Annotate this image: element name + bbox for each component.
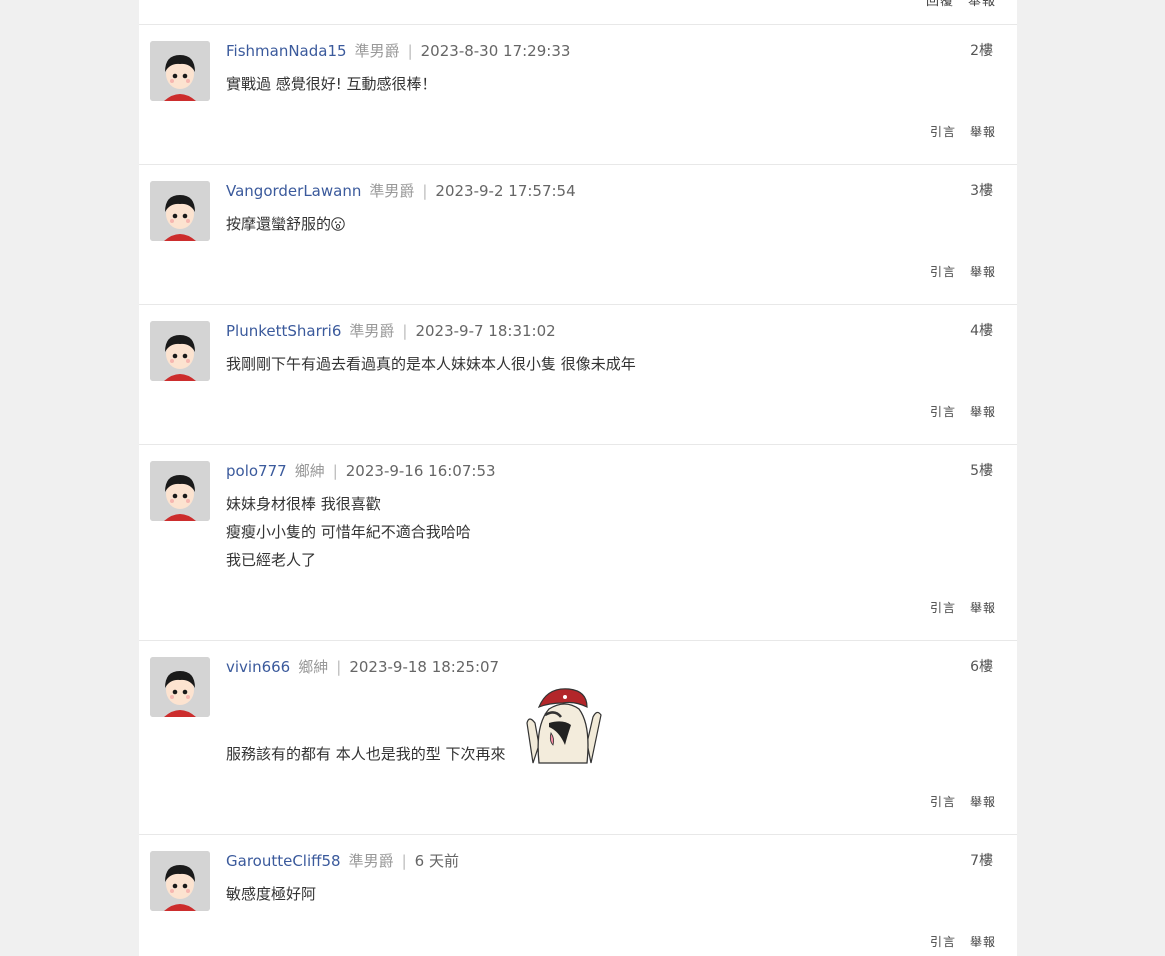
post-item: polo777 鄉紳 | 2023-9-16 16:07:53 5樓 妹妹身材很棒 我… xyxy=(139,444,1017,641)
author-name[interactable]: vivin666 xyxy=(226,658,290,676)
separator: | xyxy=(332,462,338,480)
quote-link[interactable]: 引言 xyxy=(930,795,956,809)
avatar[interactable] xyxy=(150,181,210,241)
content-line: 我剛剛下午有過去看過真的是本人妹妹本人很小隻 很像未成年 xyxy=(226,355,636,373)
floor-number[interactable]: 5樓 xyxy=(970,460,993,480)
pirate-rock-hands-sticker xyxy=(526,688,602,764)
content-line: 瘦瘦小小隻的 可惜年紀不適合我哈哈 xyxy=(226,523,471,541)
post-meta: FishmanNada15 準男爵 | 2023-8-30 17:29:33 xyxy=(226,41,570,61)
post-actions: 引言 舉報 xyxy=(916,403,996,420)
author-name[interactable]: GaroutteCliff58 xyxy=(226,852,341,870)
author-name[interactable]: VangorderLawann xyxy=(226,182,361,200)
separator: | xyxy=(402,322,408,340)
content-text: 按摩還蠻舒服的 xyxy=(226,215,332,233)
report-link[interactable]: 舉報 xyxy=(970,935,996,949)
user-rank: 準男爵 xyxy=(354,42,400,60)
report-link[interactable]: 舉報 xyxy=(970,125,996,139)
quote-link[interactable]: 引言 xyxy=(930,601,956,615)
separator: | xyxy=(407,42,413,60)
post-actions: 引言 舉報 xyxy=(916,599,996,616)
post-content: 實戰過 感覺很好! 互動感很棒！ xyxy=(226,70,437,98)
post-meta: polo777 鄉紳 | 2023-9-16 16:07:53 xyxy=(226,461,496,481)
avatar[interactable] xyxy=(150,657,210,717)
content-line: 按摩還蠻舒服的 xyxy=(226,210,345,238)
separator: | xyxy=(336,658,342,676)
content-line: 實戰過 感覺很好! 互動感很棒！ xyxy=(226,75,437,93)
content-line: 我已經老人了 xyxy=(226,551,317,569)
content-line: 敏感度極好阿 xyxy=(226,885,317,903)
user-rank: 鄉紳 xyxy=(294,462,325,480)
quote-link[interactable]: 引言 xyxy=(930,265,956,279)
avatar[interactable] xyxy=(150,851,210,911)
separator: | xyxy=(401,852,407,870)
post-item: VangorderLawann 準男爵 | 2023-9-2 17:57:54 3樓 … xyxy=(139,164,1017,305)
floor-number[interactable]: 3樓 xyxy=(970,180,993,200)
post-time: 2023-9-16 16:07:53 xyxy=(345,462,496,480)
post-actions: 引言 舉報 xyxy=(916,123,996,140)
post-item: GaroutteCliff58 準男爵 | 6 天前 7樓 敏感度極好阿 引言 舉報 xyxy=(139,834,1017,956)
prev-post-actions: 回覆 舉報 xyxy=(912,0,996,9)
post-meta: GaroutteCliff58 準男爵 | 6 天前 xyxy=(226,851,459,871)
post-time: 2023-9-18 18:25:07 xyxy=(349,658,500,676)
user-rank: 準男爵 xyxy=(369,182,415,200)
post-actions: 引言 舉報 xyxy=(916,263,996,280)
post-actions: 引言 舉報 xyxy=(916,933,996,950)
post-content: 妹妹身材很棒 我很喜歡 瘦瘦小小隻的 可惜年紀不適合我哈哈 我已經老人了 xyxy=(226,490,471,574)
avatar[interactable] xyxy=(150,321,210,381)
post-content: 我剛剛下午有過去看過真的是本人妹妹本人很小隻 很像未成年 xyxy=(226,350,636,378)
report-link[interactable]: 舉報 xyxy=(970,265,996,279)
avatar[interactable] xyxy=(150,41,210,101)
quote-link[interactable]: 引言 xyxy=(930,125,956,139)
surprised-face-emoji xyxy=(331,217,345,231)
quote-link[interactable]: 引言 xyxy=(930,405,956,419)
author-name[interactable]: FishmanNada15 xyxy=(226,42,347,60)
user-rank: 準男爵 xyxy=(349,322,395,340)
post-content: 敏感度極好阿 xyxy=(226,880,316,908)
floor-number[interactable]: 2樓 xyxy=(970,40,993,60)
report-link[interactable]: 舉報 xyxy=(968,0,996,9)
content-line: 服務該有的都有 本人也是我的型 下次再來 xyxy=(226,745,506,763)
post-time: 2023-9-2 17:57:54 xyxy=(435,182,576,200)
post-item: FishmanNada15 準男爵 | 2023-8-30 17:29:33 2樓 實… xyxy=(139,24,1017,165)
report-link[interactable]: 舉報 xyxy=(970,405,996,419)
post-time: 2023-9-7 18:31:02 xyxy=(415,322,556,340)
post-meta: VangorderLawann 準男爵 | 2023-9-2 17:57:54 xyxy=(226,181,576,201)
author-name[interactable]: PlunkettSharri6 xyxy=(226,322,341,340)
floor-number[interactable]: 4樓 xyxy=(970,320,993,340)
post-content: 服務該有的都有 本人也是我的型 下次再來 xyxy=(226,740,506,768)
post-item: vivin666 鄉紳 | 2023-9-18 18:25:07 6樓 服務該有的都有… xyxy=(139,640,1017,835)
floor-number[interactable]: 7樓 xyxy=(970,850,993,870)
user-rank: 準男爵 xyxy=(348,852,394,870)
user-rank: 鄉紳 xyxy=(298,658,329,676)
floor-number[interactable]: 6樓 xyxy=(970,656,993,676)
post-actions: 引言 舉報 xyxy=(916,793,996,810)
report-link[interactable]: 舉報 xyxy=(970,601,996,615)
post-content: 按摩還蠻舒服的 xyxy=(226,210,345,238)
reply-link[interactable]: 回覆 xyxy=(926,0,954,9)
separator: | xyxy=(422,182,428,200)
post-meta: vivin666 鄉紳 | 2023-9-18 18:25:07 xyxy=(226,657,499,677)
post-item: PlunkettSharri6 準男爵 | 2023-9-7 18:31:02 4樓 … xyxy=(139,304,1017,445)
avatar[interactable] xyxy=(150,461,210,521)
post-time: 2023-8-30 17:29:33 xyxy=(420,42,571,60)
post-time: 6 天前 xyxy=(414,852,459,870)
content-line: 妹妹身材很棒 我很喜歡 xyxy=(226,495,381,513)
quote-link[interactable]: 引言 xyxy=(930,935,956,949)
report-link[interactable]: 舉報 xyxy=(970,795,996,809)
thread-column: 回覆 舉報 FishmanNada15 準男爵 | 2023-8-30 17:29:33… xyxy=(139,0,1017,956)
post-meta: PlunkettSharri6 準男爵 | 2023-9-7 18:31:02 xyxy=(226,321,556,341)
author-name[interactable]: polo777 xyxy=(226,462,287,480)
